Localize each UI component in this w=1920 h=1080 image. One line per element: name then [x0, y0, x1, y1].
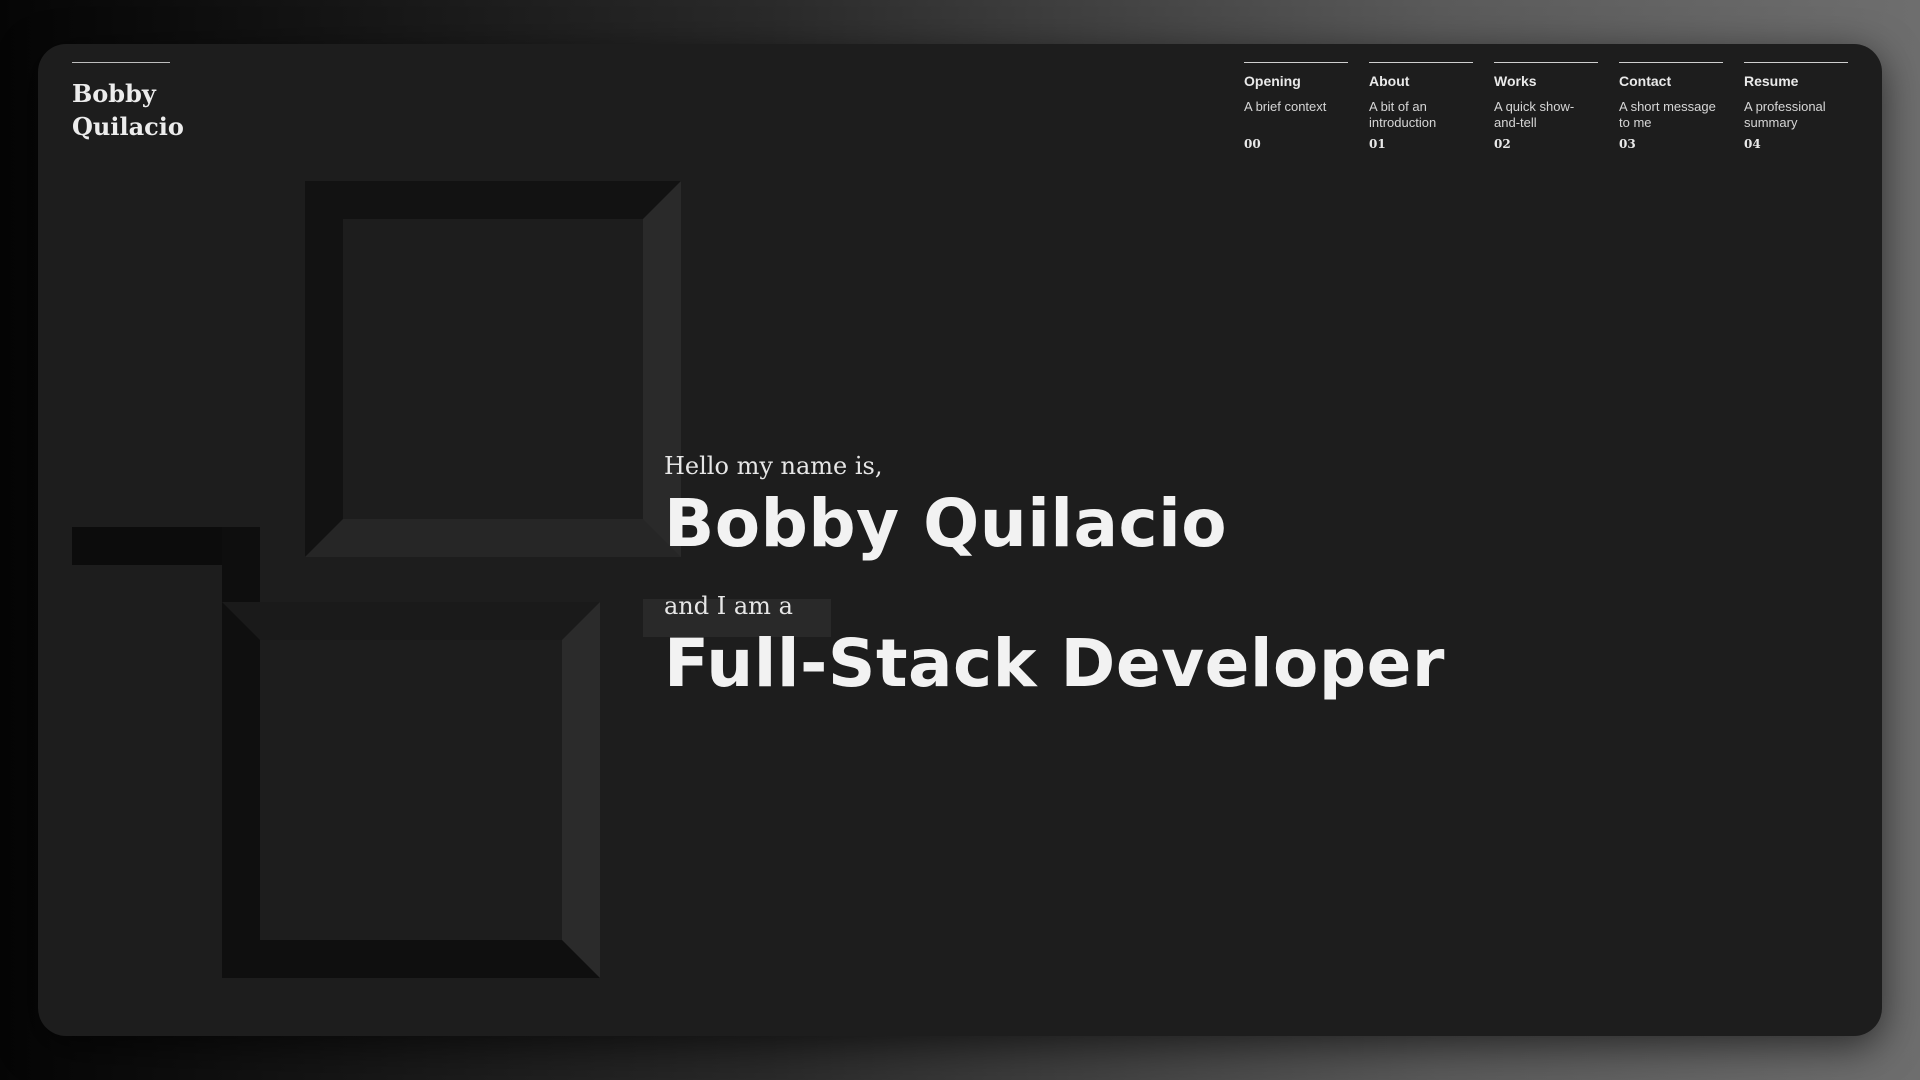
hero-name: Bobby Quilacio	[664, 485, 1228, 562]
nav-description: A quick show-and-tell	[1494, 99, 1575, 130]
nav-title: About	[1369, 73, 1410, 89]
brand-line-2: Quilacio	[72, 112, 184, 141]
nav-number: 03	[1619, 137, 1636, 151]
nav-number: 02	[1494, 137, 1511, 151]
brand-line-1: Bobby	[72, 79, 156, 108]
nav-description: A bit of an introduction	[1369, 99, 1437, 130]
decorative-bar-connector	[222, 527, 260, 603]
nav-item-about[interactable]: About A bit of an introduction 01	[1369, 62, 1473, 151]
hero-role: Full-Stack Developer	[664, 625, 1445, 702]
nav-item-resume[interactable]: Resume A professional summary 04	[1744, 62, 1848, 151]
brand-logo[interactable]: Bobby Quilacio	[72, 62, 184, 143]
nav-item-contact[interactable]: Contact A short message to me 03	[1619, 62, 1723, 151]
nav-title: Opening	[1244, 73, 1301, 89]
nav-title: Resume	[1744, 73, 1799, 89]
nav-item-opening[interactable]: Opening A brief context 00	[1244, 62, 1348, 151]
hero-intro: and I am a	[664, 592, 793, 620]
nav-number: 04	[1744, 137, 1761, 151]
main-panel: Bobby Quilacio Opening A brief context 0…	[38, 44, 1882, 1036]
main-nav: Opening A brief context 00 About A bit o…	[1244, 62, 1848, 151]
hero-greeting: Hello my name is,	[664, 452, 883, 480]
hero-section: Hello my name is, Bobby Quilacio and I a…	[664, 452, 1445, 702]
decorative-square-top	[305, 181, 681, 557]
decorative-square-bottom	[222, 602, 600, 978]
nav-title: Contact	[1619, 73, 1672, 89]
nav-description: A professional summary	[1744, 99, 1826, 130]
nav-number: 00	[1244, 137, 1261, 151]
nav-item-works[interactable]: Works A quick show-and-tell 02	[1494, 62, 1598, 151]
nav-description: A short message to me	[1619, 99, 1716, 130]
nav-number: 01	[1369, 137, 1386, 151]
nav-title: Works	[1494, 73, 1537, 89]
nav-description: A brief context	[1244, 99, 1327, 114]
